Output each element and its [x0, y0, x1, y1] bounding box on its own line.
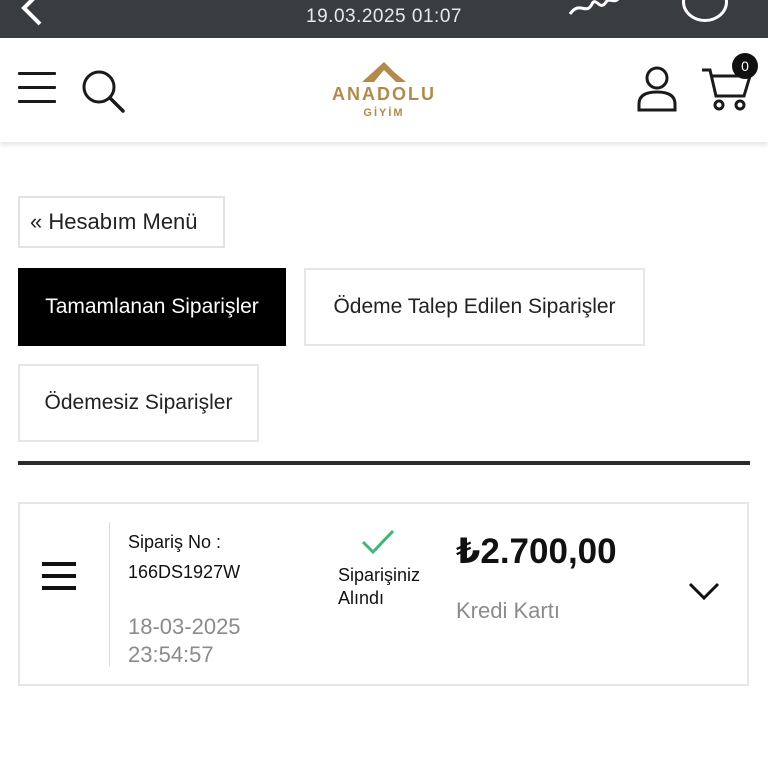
checkmark-icon	[361, 529, 395, 555]
site-header: ANADOLU GİYİM 0	[0, 38, 768, 142]
order-price: ₺2.700,00	[456, 532, 617, 571]
tab-completed-orders[interactable]: Tamamlanan Siparişler	[18, 268, 286, 346]
status-bar: 19.03.2025 01:07	[0, 0, 768, 38]
order-time: 23:54:57	[128, 642, 214, 667]
status-datetime: 19.03.2025 01:07	[306, 6, 462, 27]
cart-count-badge: 0	[732, 53, 758, 79]
order-card-separator	[109, 522, 110, 666]
brand-logo[interactable]: ANADOLU GİYİM	[318, 60, 450, 124]
account-menu-button[interactable]: « Hesabım Menü	[18, 196, 225, 248]
signature-icon	[568, 0, 620, 15]
section-divider	[18, 461, 750, 465]
payment-method: Kredi Kartı	[456, 598, 560, 623]
order-number-label: Sipariş No :	[128, 532, 222, 552]
tab-unpaid-orders[interactable]: Ödemesiz Siparişler	[18, 364, 259, 442]
order-card: Sipariş No : 166DS1927W 18-03-2025 23:54…	[18, 502, 749, 686]
logo-brand-text: ANADOLU	[332, 84, 436, 104]
hamburger-menu-icon[interactable]	[18, 72, 56, 106]
logo-mountain-icon	[362, 62, 406, 82]
order-menu-icon[interactable]	[42, 562, 76, 592]
order-number-value: 166DS1927W	[128, 562, 241, 582]
logo-sub-text: GİYİM	[363, 107, 405, 119]
search-icon[interactable]	[80, 68, 126, 114]
user-account-icon[interactable]	[636, 66, 678, 112]
order-date: 18-03-2025	[128, 614, 241, 639]
tab-payment-requested-orders[interactable]: Ödeme Talep Edilen Siparişler	[304, 268, 645, 346]
chevron-down-icon[interactable]	[686, 580, 722, 604]
order-status-text: Siparişiniz Alındı	[338, 565, 421, 608]
